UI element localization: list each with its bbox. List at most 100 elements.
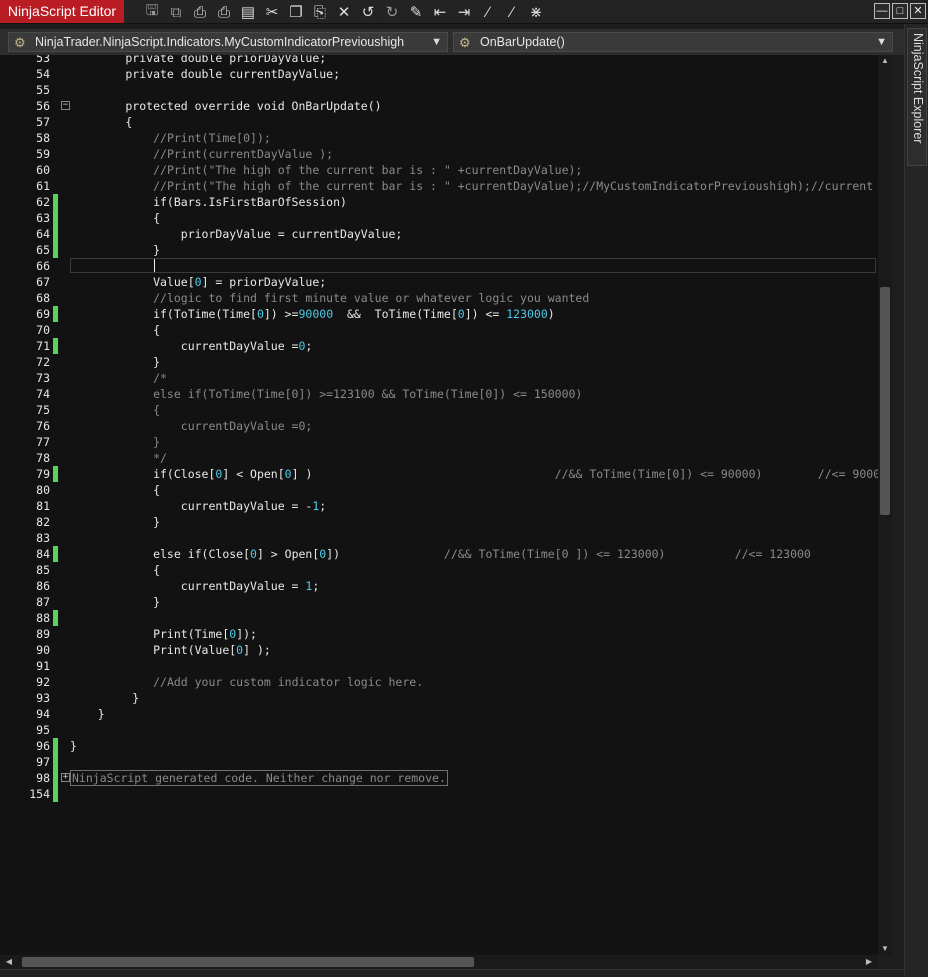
- delete-icon[interactable]: ✕: [332, 1, 356, 23]
- change-marker: [53, 338, 58, 354]
- code-line[interactable]: private double priorDayValue;: [70, 55, 326, 66]
- code-line[interactable]: }: [70, 242, 160, 258]
- window-controls: — □ ✕: [874, 3, 926, 19]
- chevron-down-icon: ▼: [876, 36, 887, 48]
- maximize-icon[interactable]: □: [892, 3, 908, 19]
- line-number: 86: [36, 579, 50, 593]
- line-number: 91: [36, 659, 50, 673]
- code-line[interactable]: protected override void OnBarUpdate(): [70, 98, 381, 114]
- method-icon: ⚙: [459, 35, 471, 50]
- code-line[interactable]: else if(Close[0] > Open[0]) //&& ToTime(…: [70, 546, 811, 562]
- line-number: 79: [36, 467, 50, 481]
- indent-icon[interactable]: ⇤: [428, 1, 452, 23]
- code-line[interactable]: if(Close[0] < Open[0] ) //&& ToTime(Time…: [70, 466, 878, 482]
- vertical-scroll-thumb[interactable]: [880, 287, 890, 515]
- code-area[interactable]: private double priorDayValue; private do…: [70, 55, 878, 955]
- code-line[interactable]: /*: [70, 370, 167, 386]
- save-icon[interactable]: 🖫: [140, 1, 164, 23]
- line-number: 77: [36, 435, 50, 449]
- code-line[interactable]: private double currentDayValue;: [70, 66, 340, 82]
- toolbar: 🖫 ⧉ ⎙ ⎙ ▤ ✂ ❐ ⎘ ✕ ↺ ↻ ✎ ⇤ ⇥ ∕ ∕ ⋇: [140, 1, 548, 23]
- line-number: 56: [36, 99, 50, 113]
- line-number: 154: [29, 787, 50, 801]
- code-line[interactable]: Print(Value[0] );: [70, 642, 271, 658]
- change-marker: [53, 770, 58, 786]
- code-line[interactable]: {: [70, 402, 160, 418]
- line-number: 69: [36, 307, 50, 321]
- ninjascript-explorer-label: NinjaScript Explorer: [911, 33, 925, 144]
- member-selector[interactable]: ⚙ OnBarUpdate() ▼: [453, 32, 893, 52]
- code-line[interactable]: if(ToTime(Time[0]) >=90000 && ToTime(Tim…: [70, 306, 555, 322]
- code-line[interactable]: {: [70, 562, 160, 578]
- code-line[interactable]: }: [70, 738, 77, 754]
- code-line[interactable]: priorDayValue = currentDayValue;: [70, 226, 403, 242]
- code-line[interactable]: //logic to find first minute value or wh…: [70, 290, 589, 306]
- member-selector-value: OnBarUpdate(): [480, 35, 565, 49]
- code-line[interactable]: currentDayValue =0;: [70, 338, 313, 354]
- class-selector[interactable]: ⚙ NinjaTrader.NinjaScript.Indicators.MyC…: [8, 32, 448, 52]
- collapse-icon[interactable]: −: [61, 101, 70, 110]
- visual-studio-icon[interactable]: ⋇: [524, 1, 548, 23]
- outdent-icon[interactable]: ⇥: [452, 1, 476, 23]
- paste-icon[interactable]: ⎘: [308, 1, 332, 23]
- scroll-down-icon[interactable]: ▼: [878, 943, 892, 955]
- code-line[interactable]: else if(ToTime(Time[0]) >=123100 && ToTi…: [70, 386, 582, 402]
- save-all-icon[interactable]: ⧉: [164, 1, 188, 23]
- horizontal-scrollbar[interactable]: ◀ ▶: [0, 955, 878, 969]
- cut-icon[interactable]: ✂: [260, 1, 284, 23]
- uncomment-icon[interactable]: ∕: [500, 1, 524, 23]
- line-number: 94: [36, 707, 50, 721]
- code-line[interactable]: }: [70, 690, 139, 706]
- ninjascript-explorer-tab[interactable]: NinjaScript Explorer: [907, 28, 927, 166]
- code-line[interactable]: //Print("The high of the current bar is …: [70, 178, 873, 194]
- code-line[interactable]: NinjaScript generated code. Neither chan…: [70, 770, 448, 786]
- line-number: 95: [36, 723, 50, 737]
- code-line[interactable]: }: [70, 706, 105, 722]
- code-line[interactable]: }: [70, 594, 160, 610]
- print-icon[interactable]: ⎙: [188, 1, 212, 23]
- line-number: 68: [36, 291, 50, 305]
- compile-icon[interactable]: ✎: [404, 1, 428, 23]
- app-title[interactable]: NinjaScript Editor: [0, 0, 124, 23]
- code-line[interactable]: //Print("The high of the current bar is …: [70, 162, 582, 178]
- expand-icon[interactable]: +: [61, 773, 70, 782]
- line-number: 78: [36, 451, 50, 465]
- redo-icon[interactable]: ↻: [380, 1, 404, 23]
- code-line[interactable]: */: [70, 450, 167, 466]
- code-line[interactable]: //Print(Time[0]);: [70, 130, 271, 146]
- code-line[interactable]: }: [70, 354, 160, 370]
- code-line[interactable]: Print(Time[0]);: [70, 626, 257, 642]
- line-number: 83: [36, 531, 50, 545]
- code-line[interactable]: }: [70, 434, 160, 450]
- undo-icon[interactable]: ↺: [356, 1, 380, 23]
- copy-icon[interactable]: ❐: [284, 1, 308, 23]
- line-number: 92: [36, 675, 50, 689]
- line-number: 75: [36, 403, 50, 417]
- comment-icon[interactable]: ∕: [476, 1, 500, 23]
- vertical-scrollbar[interactable]: ▲ ▼: [878, 55, 892, 955]
- scroll-up-icon[interactable]: ▲: [878, 55, 892, 67]
- code-line[interactable]: Value[0] = priorDayValue;: [70, 274, 326, 290]
- code-line[interactable]: if(Bars.IsFirstBarOfSession): [70, 194, 347, 210]
- list-icon[interactable]: ▤: [236, 1, 260, 23]
- code-line[interactable]: }: [70, 514, 160, 530]
- close-icon[interactable]: ✕: [910, 3, 926, 19]
- print-preview-icon[interactable]: ⎙: [212, 1, 236, 23]
- code-line[interactable]: currentDayValue = 1;: [70, 578, 320, 594]
- code-line[interactable]: {: [70, 210, 160, 226]
- line-number: 61: [36, 179, 50, 193]
- code-line[interactable]: {: [70, 322, 160, 338]
- scroll-left-icon[interactable]: ◀: [2, 956, 16, 968]
- code-editor[interactable]: 53 54 55 56 57 58 59 60 61 62 63 64 65 66 67 68 69 70 71 72…: [0, 55, 878, 955]
- code-line[interactable]: currentDayValue =0;: [70, 418, 313, 434]
- line-number: 89: [36, 627, 50, 641]
- code-line[interactable]: //Add your custom indicator logic here.: [70, 674, 423, 690]
- horizontal-scroll-thumb[interactable]: [22, 957, 474, 967]
- code-line[interactable]: {: [70, 114, 132, 130]
- class-icon: ⚙: [14, 35, 26, 50]
- scroll-right-icon[interactable]: ▶: [862, 956, 876, 968]
- minimize-icon[interactable]: —: [874, 3, 890, 19]
- code-line[interactable]: //Print(currentDayValue );: [70, 146, 333, 162]
- code-line[interactable]: {: [70, 482, 160, 498]
- code-line[interactable]: currentDayValue = -1;: [70, 498, 326, 514]
